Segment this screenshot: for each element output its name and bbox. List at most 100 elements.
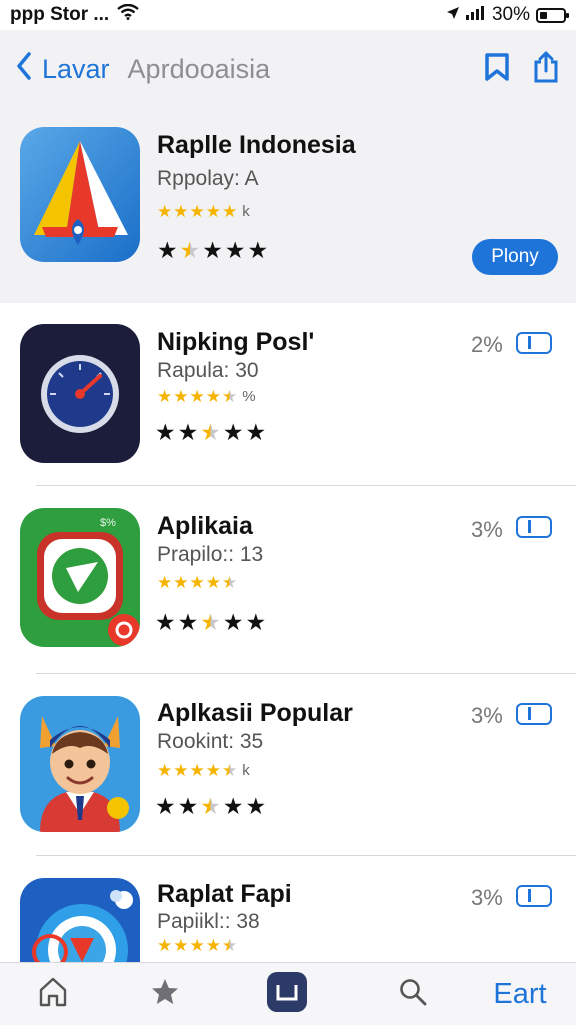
- featured-app-name: Raplle Indonesia: [157, 131, 356, 159]
- navigation-bar: Lavar Aprdooaisia: [0, 30, 576, 108]
- rating-row: ★ ★ ★ ★ ★: [155, 795, 266, 818]
- battery-fill: [540, 11, 547, 19]
- star-filled-icon: ★: [189, 936, 205, 955]
- star-filled-icon: ★: [173, 202, 189, 221]
- app-name: Aplkasii Popular: [157, 699, 353, 727]
- app-subtitle: Papiikl:: 38: [157, 910, 260, 933]
- app-percent: 2%: [471, 332, 503, 357]
- star-filled-icon: ★: [157, 387, 173, 406]
- tab-apps[interactable]: [254, 963, 320, 1025]
- star-empty-icon: ★: [222, 609, 244, 635]
- get-button[interactable]: Plony: [472, 239, 558, 275]
- featured-app-icon: [20, 127, 140, 262]
- signal-icon: [465, 4, 486, 26]
- star-empty-icon: ★: [245, 419, 267, 445]
- star-filled-icon: ★: [205, 387, 221, 406]
- star-filled-icon: ★: [205, 761, 221, 780]
- star-half-icon: ★: [200, 609, 221, 635]
- carrier-label: ppp Stor ...: [10, 4, 110, 25]
- star-suffix: k: [242, 762, 250, 779]
- location-icon: [446, 4, 460, 26]
- bookmark-icon[interactable]: [484, 52, 510, 87]
- star-empty-icon: ★: [222, 793, 244, 819]
- star-row: ★ ★ ★ ★ ★ k: [157, 762, 250, 779]
- star-suffix: %: [242, 388, 256, 405]
- star-empty-icon: ★: [247, 237, 269, 263]
- star-row: ★ ★ ★ ★ ★: [157, 937, 242, 954]
- star-filled-icon: ★: [155, 609, 176, 635]
- featured-app-subtitle: Rppolay: A: [157, 167, 259, 190]
- star-filled-icon: ★: [155, 793, 176, 819]
- back-label: Lavar: [42, 53, 110, 84]
- battery-icon: [536, 7, 569, 23]
- star-filled-icon: ★: [157, 573, 173, 592]
- star-filled-icon: ★: [205, 936, 221, 955]
- star-filled-icon: ★: [157, 202, 173, 221]
- star-half-icon: ★: [179, 237, 201, 263]
- toggle-switch[interactable]: [516, 885, 552, 907]
- toggle-switch[interactable]: [516, 703, 552, 725]
- star-filled-icon: ★: [173, 387, 189, 406]
- star-empty-icon: ★: [245, 793, 267, 819]
- status-right: 30%: [446, 4, 569, 26]
- star-row: ★ ★ ★ ★ ★: [157, 574, 242, 591]
- app-name: Raplat Fapi: [157, 880, 292, 908]
- app-percent: 3%: [471, 885, 503, 910]
- tab-home[interactable]: [20, 963, 86, 1025]
- star-filled-icon: ★: [177, 419, 199, 445]
- share-icon[interactable]: [532, 50, 560, 89]
- star-filled-icon: ★: [189, 573, 205, 592]
- nav-actions: [484, 50, 560, 89]
- tab-search[interactable]: [380, 963, 446, 1025]
- toggle-switch[interactable]: [516, 516, 552, 538]
- battery-percent: 30%: [491, 4, 530, 25]
- list-divider: [36, 485, 576, 486]
- star-filled-icon: ★: [173, 761, 189, 780]
- rating-row: ★ ★ ★ ★ ★: [155, 421, 266, 444]
- tab-last[interactable]: Eart: [482, 963, 558, 1025]
- toggle-switch[interactable]: [516, 332, 552, 354]
- app-percent: 3%: [471, 517, 503, 542]
- star-filled-icon: ★: [157, 761, 173, 780]
- star-row: ★ ★ ★ ★ ★%: [157, 388, 256, 405]
- star-empty-icon: ★: [245, 609, 267, 635]
- star-filled-icon: ★: [173, 573, 189, 592]
- star-empty-icon: ★: [222, 419, 244, 445]
- star-empty-icon: ★: [224, 237, 246, 263]
- app-percent: 3%: [471, 703, 503, 728]
- star-filled-icon: ★: [157, 237, 178, 263]
- star-filled-icon: ★: [177, 609, 199, 635]
- star-half-icon: ★: [222, 936, 238, 955]
- star-filled-icon: ★: [177, 793, 199, 819]
- app-subtitle: Rookint: 35: [157, 730, 264, 753]
- star-half-icon: ★: [200, 793, 221, 819]
- featured-app[interactable]: Raplle Indonesia Rppolay: A ★ ★ ★ ★ ★ k ★ ★ ★ ★ ★…: [0, 108, 576, 303]
- status-bar: ppp Stor ... 30%: [0, 0, 576, 30]
- star-half-icon: ★: [222, 573, 238, 592]
- app-name: Nipking Posl': [157, 328, 315, 356]
- back-button[interactable]: Lavar: [16, 51, 110, 87]
- home-icon: [38, 976, 68, 1013]
- app-icon-bird: [20, 878, 140, 962]
- tab-featured[interactable]: [132, 963, 198, 1025]
- star-suffix: k: [242, 203, 250, 220]
- star-filled-icon: ★: [189, 761, 205, 780]
- search-icon: [398, 977, 428, 1012]
- star-filled-icon: ★: [189, 202, 205, 221]
- apps-icon: [266, 971, 308, 1018]
- wifi-icon: [117, 3, 139, 26]
- list-divider: [36, 673, 576, 674]
- app-subtitle: Rapula: 30: [157, 359, 259, 382]
- star-half-icon: ★: [200, 419, 221, 445]
- star-filled-icon: ★: [189, 387, 205, 406]
- app-icon-character: [20, 696, 140, 832]
- rating-row: ★ ★ ★ ★ ★: [155, 611, 266, 634]
- star-icon: [150, 977, 180, 1012]
- app-icon-speedometer: [20, 324, 140, 463]
- star-filled-icon: ★: [155, 419, 176, 445]
- app-subtitle: Prapilo:: 13: [157, 543, 264, 566]
- star-filled-icon: ★: [222, 202, 238, 221]
- app-name: Aplikaia: [157, 512, 253, 540]
- list-divider: [36, 855, 576, 856]
- star-half-icon: ★: [222, 761, 238, 780]
